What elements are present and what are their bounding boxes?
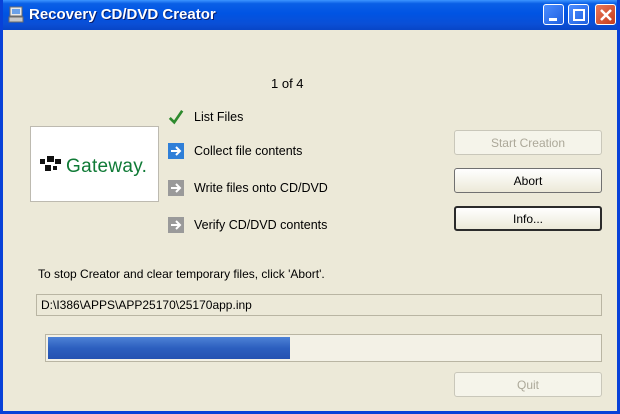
arrow-right-icon (168, 217, 184, 233)
logo-text: Gateway. (66, 156, 148, 177)
cow-spots-logo-icon (40, 156, 61, 171)
step-label: Write files onto CD/DVD (194, 181, 328, 195)
quit-button[interactable]: Quit (454, 372, 602, 397)
close-button[interactable] (595, 4, 616, 25)
minimize-icon (549, 18, 557, 21)
abort-button[interactable]: Abort (454, 168, 602, 193)
info-button[interactable]: Info... (454, 206, 602, 231)
abort-instruction-text: To stop Creator and clear temporary file… (38, 267, 325, 281)
arrow-right-icon (168, 143, 184, 159)
start-creation-button[interactable]: Start Creation (454, 130, 602, 155)
recovery-creator-window: Recovery CD/DVD Creator 1 of 4 Gateway. … (0, 0, 620, 414)
step-counter: 1 of 4 (271, 76, 304, 91)
current-file-path-field: D:\I386\APPS\APP25170\25170app.inp (36, 294, 602, 316)
maximize-icon (573, 9, 585, 21)
step-label: List Files (194, 110, 244, 124)
maximize-button[interactable] (568, 4, 589, 25)
progress-bar (45, 334, 602, 362)
progress-fill (48, 337, 290, 359)
title-bar[interactable]: Recovery CD/DVD Creator (3, 0, 617, 30)
step-label: Verify CD/DVD contents (194, 218, 328, 232)
window-title: Recovery CD/DVD Creator (29, 6, 216, 23)
arrow-right-icon (168, 180, 184, 196)
minimize-button[interactable] (543, 4, 564, 25)
close-icon (600, 9, 612, 21)
step-label: Collect file contents (194, 144, 303, 158)
app-icon (8, 6, 24, 23)
checkmark-icon (168, 110, 184, 125)
gateway-logo: Gateway. (30, 126, 159, 202)
